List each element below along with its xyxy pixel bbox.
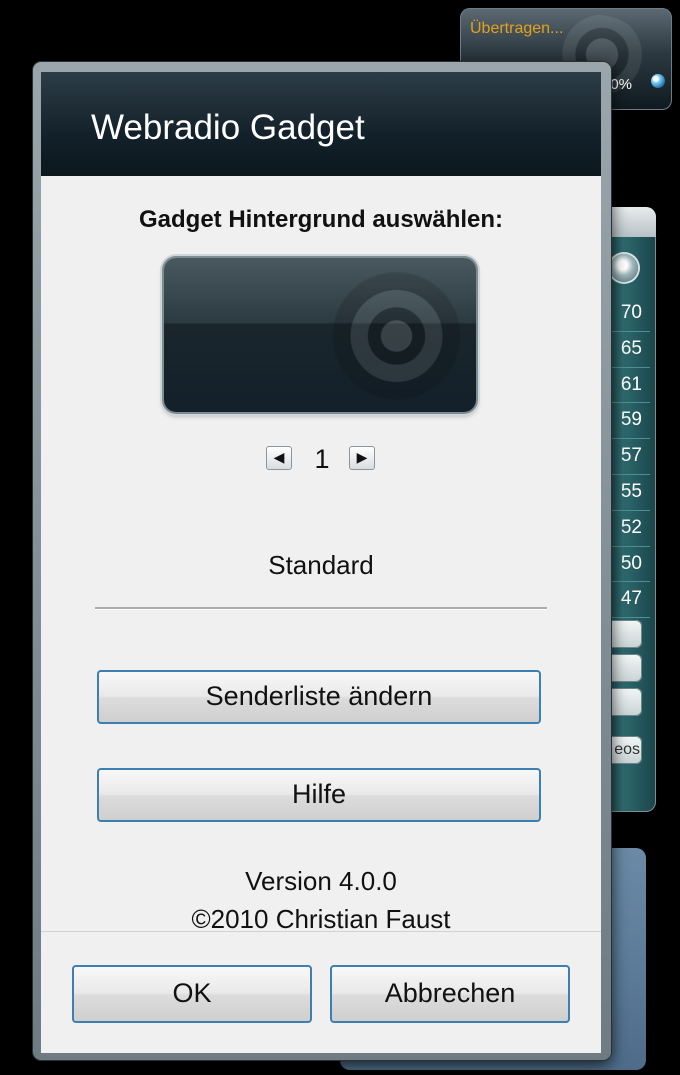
help-button[interactable]: Hilfe [97, 768, 541, 822]
background-heading: Gadget Hintergrund auswählen: [138, 206, 504, 233]
dialog-titlebar: Webradio Gadget [41, 72, 601, 176]
globe-icon[interactable] [651, 74, 665, 88]
speaker-icon [314, 266, 464, 406]
version-label: Version 4.0.0 [245, 866, 397, 896]
playback-status: Übertragen... [470, 20, 564, 37]
dialog-title: Webradio Gadget [91, 108, 365, 147]
edit-station-list-button[interactable]: Senderliste ändern [97, 670, 541, 724]
refresh-icon[interactable] [610, 254, 638, 282]
background-name: Standard [268, 550, 374, 580]
settings-dialog: Webradio Gadget Gadget Hintergrund auswä… [33, 62, 611, 1060]
arrow-right-icon[interactable]: ▶ [349, 446, 375, 470]
arrow-left-icon[interactable]: ◀ [266, 446, 292, 470]
ok-button[interactable]: OK [72, 965, 312, 1023]
background-preview [164, 258, 476, 412]
dialog-body: Gadget Hintergrund auswählen: ◀ 1 ▶ Stan… [41, 176, 601, 934]
cancel-button[interactable]: Abbrechen [330, 965, 570, 1023]
background-selector: ◀ 1 ▶ [41, 444, 601, 476]
dialog-footer: OK Abbrechen [41, 931, 601, 1053]
background-index: 1 [314, 444, 330, 474]
divider [95, 607, 547, 610]
